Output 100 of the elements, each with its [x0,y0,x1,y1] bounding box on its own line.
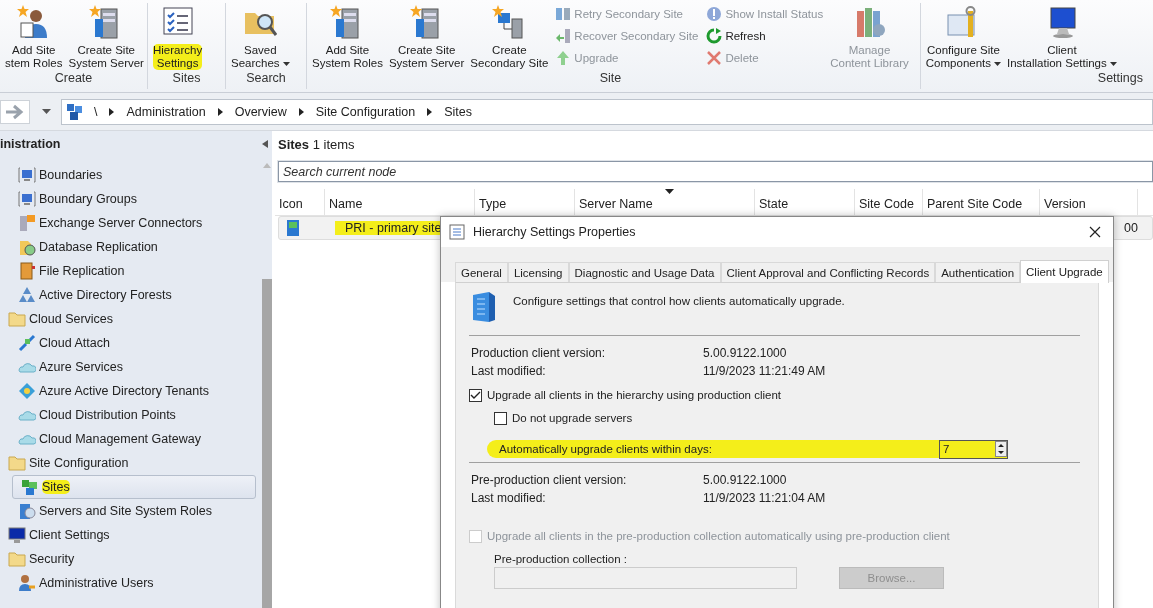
tree-item[interactable]: Database Replication [0,235,256,259]
tree-item[interactable]: Sites [12,475,256,499]
scrollbar-thumb[interactable] [262,279,272,608]
breadcrumb-item[interactable]: \ [94,104,98,119]
tree-item[interactable]: Security [0,547,256,571]
tab[interactable]: Licensing [507,262,569,282]
field-label: Pre-production collection : [494,553,628,565]
chevron-icon[interactable] [298,107,304,116]
tree-item[interactable]: Active Directory Forests [0,283,256,307]
field-label: Pre-production client version: [471,473,628,487]
tree-item[interactable]: Azure Services [0,355,256,379]
folder-icon [8,454,26,472]
column-header[interactable]: Parent Site Code [923,189,1040,215]
ribbon-button[interactable]: Saved Searches [228,3,293,70]
column-header[interactable]: Server Name [575,189,755,215]
ribbon-button[interactable]: Create Site System Server [385,3,468,70]
tree-item[interactable]: Boundaries [0,163,256,187]
column-header[interactable]: Version [1040,189,1138,215]
dialog-title: Hierarchy Settings Properties [473,225,637,239]
description: Configure settings that control how clients automatically upgrade. [513,295,845,307]
chevron-icon[interactable] [217,107,223,116]
number-field[interactable]: 7 [939,439,1008,459]
tree-item[interactable]: Servers and Site System Roles [0,499,256,523]
ribbon-button[interactable]: Refresh [706,28,824,44]
ribbon-button[interactable]: Configure Site Components [922,3,1005,70]
folder-icon [8,310,26,328]
forward-button[interactable] [0,99,30,124]
delete-icon [706,50,723,66]
file-icon [18,262,36,280]
monitor-icon [8,526,26,544]
tab[interactable]: Authentication [935,262,1021,282]
field-label: Automatically upgrade clients within days: [499,443,712,455]
forward-arrow-icon [4,103,26,120]
close-icon[interactable] [1089,226,1101,238]
tab[interactable]: Diagnostic and Usage Data [568,262,721,282]
upgrade-icon [555,50,572,66]
forest-icon [18,286,36,304]
breadcrumb-item[interactable]: Site Configuration [315,104,416,119]
ribbon-button[interactable]: Client Installation Settings [1004,3,1120,70]
field-value: 11/9/2023 11:21:04 AM [703,491,827,505]
tree-item[interactable]: Site Configuration [0,451,256,475]
tree-item[interactable]: Boundary Groups [0,187,256,211]
breadcrumb-item[interactable]: Sites [444,104,472,119]
table-cell: 00 [1124,221,1138,235]
column-header[interactable]: Site Code [855,189,923,215]
ribbon-button[interactable]: Create Secondary Site [467,3,552,70]
tab[interactable]: General [455,262,508,282]
breadcrumb-item[interactable]: Administration [126,104,206,119]
info-icon [706,6,723,22]
diamond-icon [18,382,36,400]
address-bar[interactable]: \ Administration Overview Site Configuration Sites [61,98,1153,125]
sort-arrow-icon [664,189,674,194]
search-field[interactable]: Search current node [278,161,1153,182]
group-label: Sites [171,71,202,87]
ribbon-button[interactable]: Add Site System Roles [309,3,386,70]
field-value: 5.00.9122.1000 [703,346,788,360]
folder-icon [8,550,26,568]
tree-item[interactable]: Administrative Users [0,571,256,595]
tree-item[interactable]: Cloud Services [0,307,256,331]
checkbox[interactable]: Do not upgrade servers [494,407,1080,429]
tab[interactable]: Client Approval and Conflicting Records [720,262,936,282]
tree-item[interactable]: Client Settings [0,523,256,547]
dropdown-icon[interactable] [42,109,51,114]
list-heading: Sites 1 items [278,136,355,152]
field-value: 11/9/2023 11:21:49 AM [703,364,827,378]
column-header[interactable]: State [755,189,855,215]
settings-window-icon [449,224,465,240]
column-header[interactable]: Type [475,189,575,215]
ribbon-button[interactable]: Create Site System Server [65,3,147,70]
caret-icon [282,61,290,66]
chevron-icon[interactable] [427,107,433,116]
ribbon-button[interactable]: Hierarchy Settings [150,3,206,70]
field-label: Last modified: [471,364,547,378]
tree-item[interactable]: Cloud Management Gateway [0,427,256,451]
pane-title: inistration [0,137,61,151]
caret-icon [1109,61,1117,66]
field-label: Last modified: [471,491,547,505]
tree-item[interactable]: File Replication [0,259,256,283]
breadcrumb-item[interactable]: Overview [234,104,287,119]
tree-item[interactable]: Cloud Attach [0,331,256,355]
group-label: Settings [1096,71,1144,87]
chevron-icon[interactable] [109,107,115,116]
tree-item[interactable]: Cloud Distribution Points [0,403,256,427]
refresh-icon [706,28,723,44]
field-value: 5.00.9122.1000 [703,473,788,487]
column-header[interactable]: Name [325,189,475,215]
collapse-icon[interactable] [262,140,268,148]
check-icon [470,390,481,400]
tab[interactable]: Client Upgrade [1020,260,1109,283]
group-label: Search [245,71,287,87]
checkbox[interactable]: Upgrade all clients in the hierarchy using production client [469,384,1080,406]
ribbon-button[interactable]: Add Site stem Roles [2,3,66,70]
caret-icon [994,61,1002,66]
column-header[interactable]: Icon [275,189,325,215]
tree-item[interactable]: Exchange Server Connectors [0,211,256,235]
servers-icon [18,502,36,520]
tree-item[interactable]: Azure Active Directory Tenants [0,379,256,403]
group-label: Create [53,71,94,87]
field-label: Production client version: [471,346,607,360]
spinner-arrows-icon[interactable] [995,441,1007,457]
